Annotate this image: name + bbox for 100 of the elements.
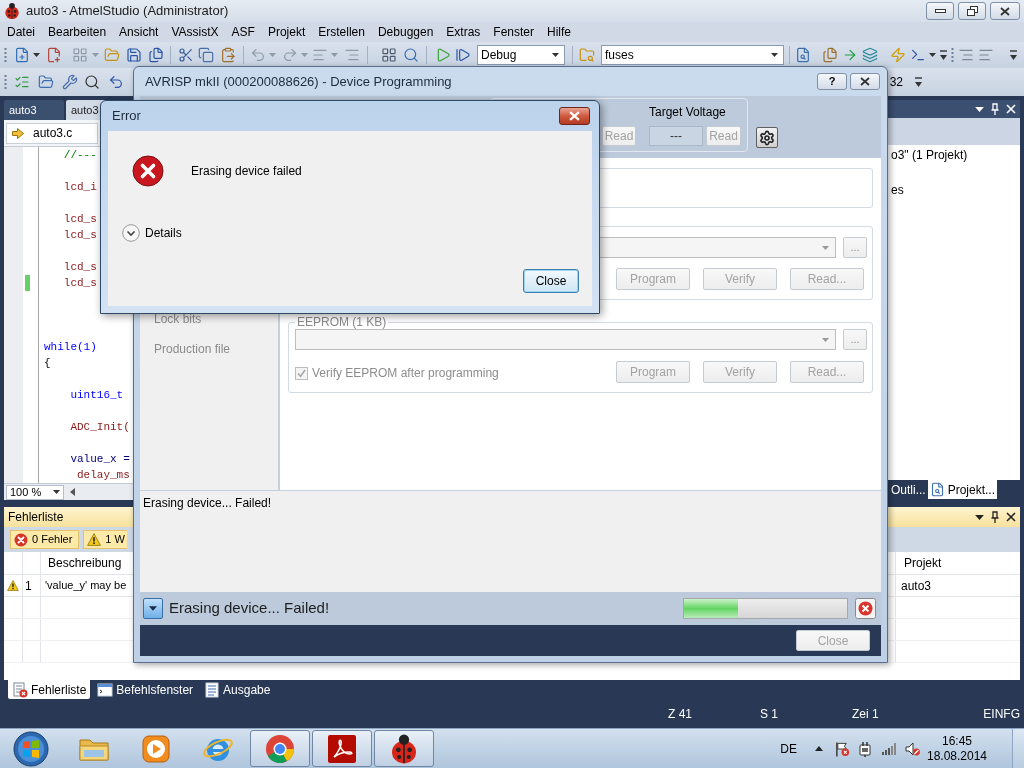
tree-item[interactable]: o3" (1 Projekt)	[891, 148, 1020, 162]
close-button[interactable]	[990, 2, 1020, 20]
grip-icon[interactable]	[4, 47, 7, 63]
log-line: Erasing device... Failed!	[143, 495, 273, 512]
close-button[interactable]	[559, 107, 590, 125]
checkbox-label: Verify EEPROM after programming	[312, 365, 499, 382]
caret-icon[interactable]	[771, 53, 778, 57]
details-toggle[interactable]: Details	[122, 224, 182, 242]
caret-icon[interactable]	[552, 53, 559, 57]
table-cell-text: auto3	[901, 577, 932, 595]
files-icon[interactable]	[822, 47, 838, 63]
grip-icon[interactable]	[951, 47, 954, 63]
menu-item[interactable]: Fenster	[493, 23, 535, 41]
cut-icon[interactable]	[178, 47, 194, 63]
scroll-left-icon[interactable]	[70, 488, 75, 496]
signal-icon[interactable]	[882, 742, 896, 755]
column-header[interactable]: Projekt	[904, 554, 942, 572]
menu-item[interactable]: Bearbeiten	[48, 23, 107, 41]
paste-icon[interactable]	[220, 47, 236, 63]
error-icon	[14, 532, 28, 547]
caret-icon[interactable]	[929, 53, 936, 57]
minimize-button[interactable]	[926, 2, 954, 20]
restore-button[interactable]	[958, 2, 986, 20]
save-all-icon[interactable]	[148, 47, 164, 63]
close-icon	[860, 77, 870, 86]
close-button[interactable]: Close	[523, 269, 579, 293]
document-app-icon	[326, 732, 358, 765]
power-plug-icon[interactable]	[859, 740, 873, 757]
language-indicator[interactable]: DE	[780, 739, 797, 758]
overflow-icon[interactable]	[915, 76, 922, 88]
column-header[interactable]: Beschreibung	[48, 554, 122, 572]
menu-item[interactable]: Hilfe	[547, 23, 572, 41]
caret-icon[interactable]	[975, 514, 984, 520]
open-folder-icon[interactable]	[38, 74, 54, 90]
code-line: lcd_i	[63, 181, 97, 193]
panel-tab[interactable]: Fehlerliste	[8, 680, 91, 699]
checklist-icon[interactable]	[14, 74, 30, 90]
grid-icon[interactable]	[381, 47, 397, 63]
grip-icon[interactable]	[4, 74, 7, 90]
search-icon[interactable]	[84, 74, 100, 90]
menu-item[interactable]: ASF	[231, 23, 255, 41]
configuration-dropdown[interactable]: Debug	[477, 45, 565, 65]
indent-icon[interactable]	[958, 47, 974, 63]
caret-icon[interactable]	[33, 53, 40, 57]
overflow-icon[interactable]	[1010, 49, 1017, 61]
speaker-muted-icon[interactable]	[905, 741, 920, 756]
step-icon[interactable]	[455, 47, 471, 63]
outdent-icon[interactable]	[978, 47, 994, 63]
output-icon	[204, 681, 221, 698]
layers-icon[interactable]	[862, 47, 878, 63]
undo-icon[interactable]	[108, 74, 124, 90]
file-search-icon[interactable]	[795, 47, 811, 63]
arrow-icon	[12, 127, 24, 139]
cancel-icon[interactable]	[855, 598, 876, 619]
panel-tab[interactable]: Outli...	[889, 480, 928, 499]
terminal-icon[interactable]	[910, 47, 926, 63]
browser-icon	[264, 732, 296, 765]
menu-item[interactable]: Projekt	[267, 23, 306, 41]
close-button[interactable]	[850, 73, 880, 90]
menu-item[interactable]: VAssistX	[171, 23, 219, 41]
code-line: value_x =	[70, 453, 130, 465]
save-icon[interactable]	[126, 47, 142, 63]
clock-date[interactable]: 18.08.2014	[926, 748, 988, 764]
add-file-icon[interactable]	[46, 47, 62, 63]
clock-time[interactable]: 16:45	[942, 733, 972, 749]
filter-button[interactable]: 1 W	[83, 530, 128, 549]
code-line: lcd_s	[63, 261, 97, 273]
menu-item[interactable]: Erstellen	[318, 23, 365, 41]
file-dropdown[interactable]: auto3.c	[6, 122, 98, 144]
menu-item[interactable]: Debuggen	[377, 23, 434, 41]
panel-tab[interactable]: Projekt...	[927, 480, 998, 499]
ladybug-icon	[3, 2, 21, 20]
caret-icon[interactable]	[53, 490, 60, 494]
taskbar-button[interactable]	[374, 730, 434, 767]
copy-icon[interactable]	[198, 47, 214, 63]
expand-button[interactable]	[143, 598, 163, 619]
wrench-icon[interactable]	[62, 74, 78, 90]
close-icon[interactable]	[1006, 512, 1016, 522]
menu-item[interactable]: Ansicht	[119, 23, 159, 41]
play-icon[interactable]	[435, 47, 451, 63]
panel-tab[interactable]: Befehlsfenster	[93, 680, 198, 699]
pin-icon[interactable]	[991, 511, 999, 523]
start-icon	[13, 730, 49, 767]
menu-item[interactable]: Extras	[446, 23, 481, 41]
zoom-dropdown[interactable]: 100 %	[6, 484, 64, 500]
caret-icon[interactable]	[975, 106, 984, 112]
settings-button[interactable]	[756, 127, 778, 148]
up-arrow-icon[interactable]	[815, 746, 823, 751]
overflow-icon[interactable]	[940, 49, 947, 61]
flag-icon[interactable]	[835, 740, 850, 757]
find-dropdown[interactable]: fuses	[601, 45, 784, 65]
panel-tab[interactable]: Ausgabe	[200, 680, 275, 699]
filter-button[interactable]: 0 Fehler	[10, 530, 80, 549]
menu-item[interactable]: Datei	[7, 23, 35, 41]
taskbar-button[interactable]	[312, 730, 372, 767]
tree-item[interactable]: es	[891, 183, 1020, 197]
minimize-icon	[934, 9, 946, 13]
document-tab[interactable]: auto3	[4, 100, 64, 120]
help-button[interactable]: ?	[817, 73, 847, 90]
new-file-icon[interactable]	[14, 47, 30, 63]
